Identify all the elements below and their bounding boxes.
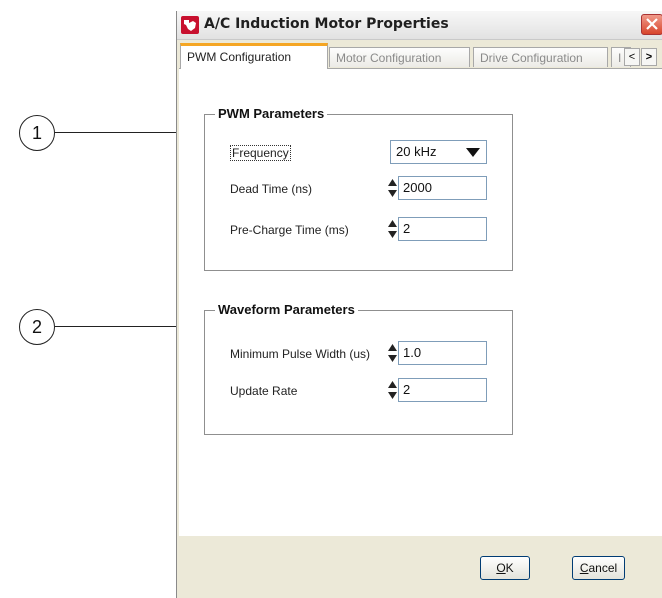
ok-mnemonic: O	[496, 561, 506, 575]
precharge-time-input[interactable]: 2	[398, 217, 487, 241]
chevron-down-icon	[466, 148, 480, 157]
precharge-time-spinner-icon[interactable]	[388, 220, 397, 238]
tab-page-pwm: PWM Parameters Frequency 20 kHz Dead Tim…	[179, 68, 662, 537]
frequency-label: Frequency	[230, 145, 291, 161]
update-rate-spinner-icon[interactable]	[388, 381, 397, 399]
ti-logo-icon	[181, 16, 199, 34]
update-rate-input[interactable]: 2	[398, 378, 487, 402]
precharge-time-label: Pre-Charge Time (ms)	[230, 223, 349, 237]
dead-time-input[interactable]: 2000	[398, 176, 487, 200]
frequency-select[interactable]: 20 kHz	[390, 140, 487, 164]
tab-scroll-right-button[interactable]: >	[641, 48, 657, 66]
close-button[interactable]	[641, 14, 662, 35]
tab-strip: PWM Configuration Motor Configuration Dr…	[177, 43, 662, 69]
tab-drive-configuration[interactable]: Drive Configuration	[473, 47, 608, 67]
group-title: Waveform Parameters	[215, 302, 358, 317]
dead-time-label: Dead Time (ns)	[230, 182, 313, 196]
tab-label: PWM Configuration	[187, 50, 292, 64]
callout-2-number: 2	[31, 316, 42, 337]
ok-label-rest: K	[505, 561, 514, 575]
ok-button[interactable]: OK	[480, 556, 530, 580]
window-title: A/C Induction Motor Properties	[204, 16, 449, 32]
callout-1: 1	[19, 115, 55, 151]
cancel-label-rest: ancel	[588, 561, 618, 575]
callout-2: 2	[19, 309, 55, 345]
min-pulse-width-spinner-icon[interactable]	[388, 344, 397, 362]
chevron-left-icon: <	[628, 51, 636, 63]
tab-motor-configuration[interactable]: Motor Configuration	[329, 47, 470, 67]
min-pulse-width-label: Minimum Pulse Width (us)	[230, 347, 371, 361]
dialog-footer: OK Cancel	[177, 536, 662, 598]
tab-label: Drive Configuration	[480, 51, 583, 65]
pwm-parameters-group: PWM Parameters Frequency 20 kHz Dead Tim…	[204, 106, 513, 271]
tab-label: I	[618, 51, 622, 65]
dead-time-spinner-icon[interactable]	[388, 179, 397, 197]
cancel-button[interactable]: Cancel	[572, 556, 625, 580]
waveform-parameters-group: Waveform Parameters Minimum Pulse Width …	[204, 302, 513, 435]
close-icon	[646, 18, 658, 30]
tab-pwm-configuration[interactable]: PWM Configuration	[180, 43, 328, 69]
chevron-right-icon: >	[645, 51, 653, 63]
properties-window: A/C Induction Motor Properties PWM Confi…	[176, 11, 662, 598]
callout-1-number: 1	[31, 122, 42, 143]
title-bar[interactable]: A/C Induction Motor Properties	[177, 11, 662, 40]
group-title: PWM Parameters	[215, 106, 328, 121]
frequency-value: 20 kHz	[396, 144, 437, 159]
update-rate-label: Update Rate	[230, 384, 298, 398]
tab-label: Motor Configuration	[336, 51, 442, 65]
min-pulse-width-input[interactable]: 1.0	[398, 341, 487, 365]
tab-scroll-left-button[interactable]: <	[624, 48, 640, 66]
